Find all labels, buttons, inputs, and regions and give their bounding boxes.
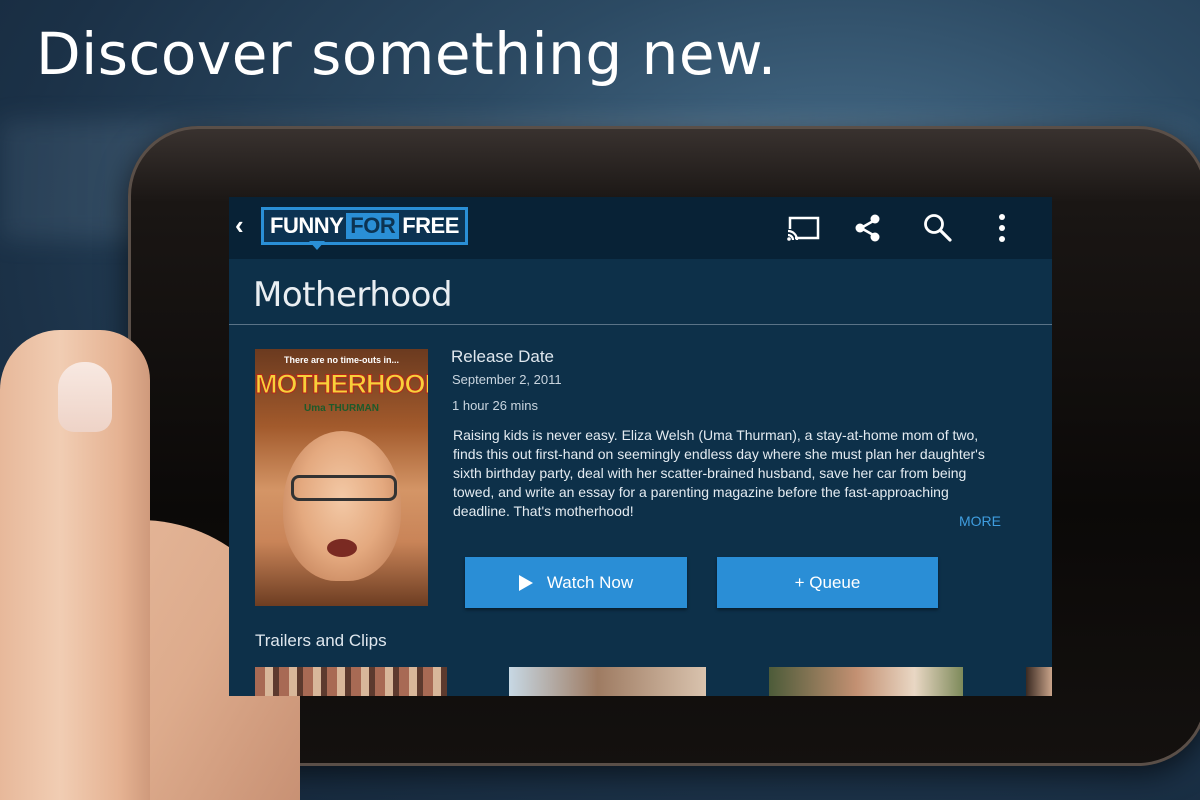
app-screen: ‹ FUNNY FOR FREE Motherhood There are no… bbox=[229, 197, 1052, 696]
promo-headline: Discover something new. bbox=[36, 20, 777, 88]
runtime: 1 hour 26 mins bbox=[452, 398, 538, 413]
release-date-label: Release Date bbox=[451, 347, 555, 366]
poster-star: Uma THURMAN bbox=[304, 403, 379, 414]
share-icon[interactable] bbox=[851, 211, 885, 245]
more-link[interactable]: MORE bbox=[959, 513, 1001, 529]
poster-title: MOTHERHOOD bbox=[255, 369, 428, 400]
poster-mouth bbox=[327, 539, 357, 557]
logo-speech-tail bbox=[309, 241, 325, 250]
search-icon[interactable] bbox=[921, 211, 955, 245]
cast-icon[interactable] bbox=[787, 211, 821, 245]
app-bar: ‹ FUNNY FOR FREE bbox=[229, 197, 1052, 259]
logo-text-right: FREE bbox=[402, 213, 459, 238]
trailer-thumbnail[interactable] bbox=[255, 667, 447, 696]
watch-now-label: Watch Now bbox=[546, 572, 634, 592]
title-divider bbox=[229, 324, 1052, 325]
movie-title: Motherhood bbox=[253, 275, 453, 315]
poster-glasses bbox=[291, 475, 397, 501]
play-icon bbox=[518, 574, 533, 591]
movie-poster[interactable]: There are no time-outs in... MOTHERHOOD … bbox=[255, 349, 428, 606]
section-title: Trailers and Clips bbox=[255, 631, 387, 650]
poster-tagline: There are no time-outs in... bbox=[283, 355, 400, 365]
logo-text-mid: FOR bbox=[346, 213, 400, 239]
chevron-left-icon[interactable]: ‹ bbox=[235, 210, 244, 241]
queue-label: + Queue bbox=[794, 572, 861, 592]
funny-for-free-logo[interactable]: FUNNY FOR FREE bbox=[261, 207, 468, 245]
thumbnail-nail bbox=[58, 362, 112, 432]
trailer-thumbnail[interactable] bbox=[509, 667, 706, 696]
add-to-queue-button[interactable]: + Queue bbox=[717, 557, 938, 608]
trailer-thumbnail[interactable] bbox=[769, 667, 963, 696]
watch-now-button[interactable]: Watch Now bbox=[465, 557, 687, 608]
overflow-menu-icon[interactable] bbox=[985, 211, 1019, 245]
poster-face bbox=[283, 431, 401, 581]
release-date-value: September 2, 2011 bbox=[452, 372, 562, 387]
trailer-thumbnail[interactable] bbox=[1026, 667, 1052, 696]
logo-text-left: FUNNY bbox=[270, 213, 344, 238]
movie-description: Raising kids is never easy. Eliza Welsh … bbox=[453, 427, 985, 519]
